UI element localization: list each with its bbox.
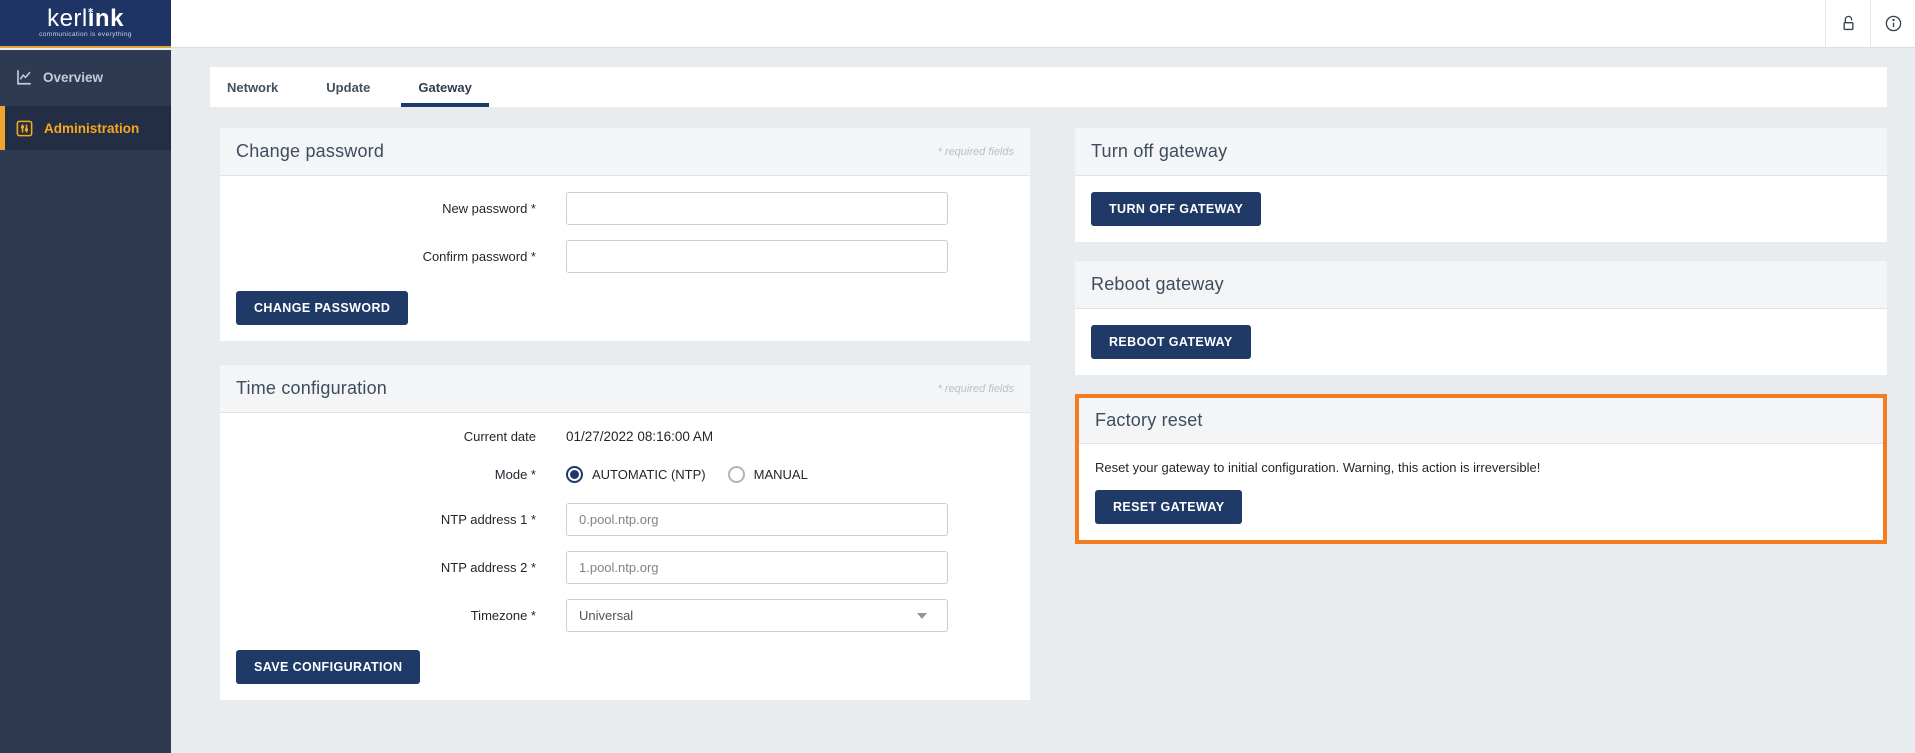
mode-automatic-radio[interactable]: AUTOMATIC (NTP) [566, 466, 706, 483]
mode-manual-radio[interactable]: MANUAL [728, 466, 808, 483]
tab-gateway[interactable]: Gateway [401, 67, 488, 107]
current-date-row: Current date 01/27/2022 08:16:00 AM [236, 429, 1014, 444]
time-configuration-header: Time configuration * required fields [220, 365, 1030, 413]
change-password-header: Change password * required fields [220, 128, 1030, 176]
save-configuration-button[interactable]: SAVE CONFIGURATION [236, 650, 420, 684]
required-fields-note: * required fields [938, 383, 1014, 395]
factory-reset-description: Reset your gateway to initial configurat… [1095, 460, 1867, 475]
mode-radio-group: AUTOMATIC (NTP) MANUAL [566, 466, 830, 483]
mode-manual-label: MANUAL [754, 467, 808, 482]
sidebar-item-administration[interactable]: Administration [0, 106, 171, 150]
sidebar-item-label: Overview [43, 70, 103, 85]
info-button[interactable] [1870, 0, 1915, 47]
sidebar: Overview Administration [0, 50, 171, 753]
line-chart-icon [15, 68, 33, 86]
reboot-gateway-card: Reboot gateway REBOOT GATEWAY [1075, 261, 1887, 375]
ntp2-input[interactable] [566, 551, 948, 584]
tab-update[interactable]: Update [309, 67, 387, 107]
top-header: kerlı✱nk communication is everything [0, 0, 1915, 48]
ntp2-row: NTP address 2 * [236, 551, 1014, 584]
unlock-button[interactable] [1825, 0, 1870, 47]
turn-off-gateway-header: Turn off gateway [1075, 128, 1887, 176]
factory-reset-body: Reset your gateway to initial configurat… [1079, 444, 1883, 540]
admin-sliders-icon [15, 119, 34, 138]
ntp1-input[interactable] [566, 503, 948, 536]
reboot-gateway-body: REBOOT GATEWAY [1075, 309, 1887, 375]
timezone-label: Timezone * [236, 608, 536, 623]
factory-reset-header: Factory reset [1079, 398, 1883, 444]
radio-selected-icon [566, 466, 583, 483]
reboot-gateway-header: Reboot gateway [1075, 261, 1887, 309]
left-column: Change password * required fields New pa… [220, 128, 1030, 724]
button-row: SAVE CONFIGURATION [236, 650, 1014, 684]
header-actions [1825, 0, 1915, 47]
required-fields-note: * required fields [938, 146, 1014, 158]
gear-dot-icon: ✱ [88, 1, 94, 23]
logo-ker: kerl [47, 5, 88, 32]
radio-unselected-icon [728, 466, 745, 483]
card-columns: Change password * required fields New pa… [210, 128, 1887, 724]
logo-i: ı✱ [88, 5, 95, 32]
ntp2-label: NTP address 2 * [236, 560, 536, 575]
kerlink-logo: kerlı✱nk communication is everything [0, 0, 171, 48]
confirm-password-label: Confirm password * [236, 249, 536, 264]
form-row: Confirm password * [236, 240, 1014, 273]
mode-label: Mode * [236, 467, 536, 482]
card-title: Change password [236, 141, 384, 162]
current-date-label: Current date [236, 429, 536, 444]
card-title: Reboot gateway [1091, 274, 1224, 295]
lock-open-icon [1839, 14, 1858, 33]
change-password-card: Change password * required fields New pa… [220, 128, 1030, 341]
change-password-button[interactable]: CHANGE PASSWORD [236, 291, 408, 325]
reset-gateway-button[interactable]: RESET GATEWAY [1095, 490, 1242, 524]
card-title: Factory reset [1095, 410, 1203, 431]
mode-automatic-label: AUTOMATIC (NTP) [592, 467, 706, 482]
turn-off-gateway-body: TURN OFF GATEWAY [1075, 176, 1887, 242]
main-content: Network Update Gateway Change password *… [171, 48, 1915, 753]
time-configuration-body: Current date 01/27/2022 08:16:00 AM Mode… [220, 413, 1030, 700]
ntp1-row: NTP address 1 * [236, 503, 1014, 536]
tab-bar: Network Update Gateway [210, 67, 1887, 107]
timezone-value: Universal [579, 608, 633, 623]
ntp1-label: NTP address 1 * [236, 512, 536, 527]
timezone-select[interactable]: Universal [566, 599, 948, 632]
logo-link: nk [95, 5, 124, 32]
card-title: Time configuration [236, 378, 387, 399]
reboot-gateway-button[interactable]: REBOOT GATEWAY [1091, 325, 1251, 359]
logo-tagline: communication is everything [39, 31, 132, 38]
mode-row: Mode * AUTOMATIC (NTP) MANUAL [236, 466, 1014, 483]
logo-text: kerlı✱nk [47, 8, 124, 30]
sidebar-item-label: Administration [44, 121, 139, 136]
timezone-row: Timezone * Universal [236, 599, 1014, 632]
info-icon [1884, 14, 1903, 33]
sidebar-item-overview[interactable]: Overview [0, 58, 171, 96]
factory-reset-card: Factory reset Reset your gateway to init… [1075, 394, 1887, 544]
new-password-label: New password * [236, 201, 536, 216]
change-password-body: New password * Confirm password * CHANGE… [220, 176, 1030, 341]
turn-off-gateway-button[interactable]: TURN OFF GATEWAY [1091, 192, 1261, 226]
current-date-value: 01/27/2022 08:16:00 AM [566, 429, 713, 444]
tab-network[interactable]: Network [210, 67, 295, 107]
turn-off-gateway-card: Turn off gateway TURN OFF GATEWAY [1075, 128, 1887, 242]
confirm-password-input[interactable] [566, 240, 948, 273]
time-configuration-card: Time configuration * required fields Cur… [220, 365, 1030, 700]
chevron-down-icon [917, 613, 927, 619]
button-row: CHANGE PASSWORD [236, 291, 1014, 325]
form-row: New password * [236, 192, 1014, 225]
right-column: Turn off gateway TURN OFF GATEWAY Reboot… [1075, 128, 1887, 724]
new-password-input[interactable] [566, 192, 948, 225]
card-title: Turn off gateway [1091, 141, 1227, 162]
